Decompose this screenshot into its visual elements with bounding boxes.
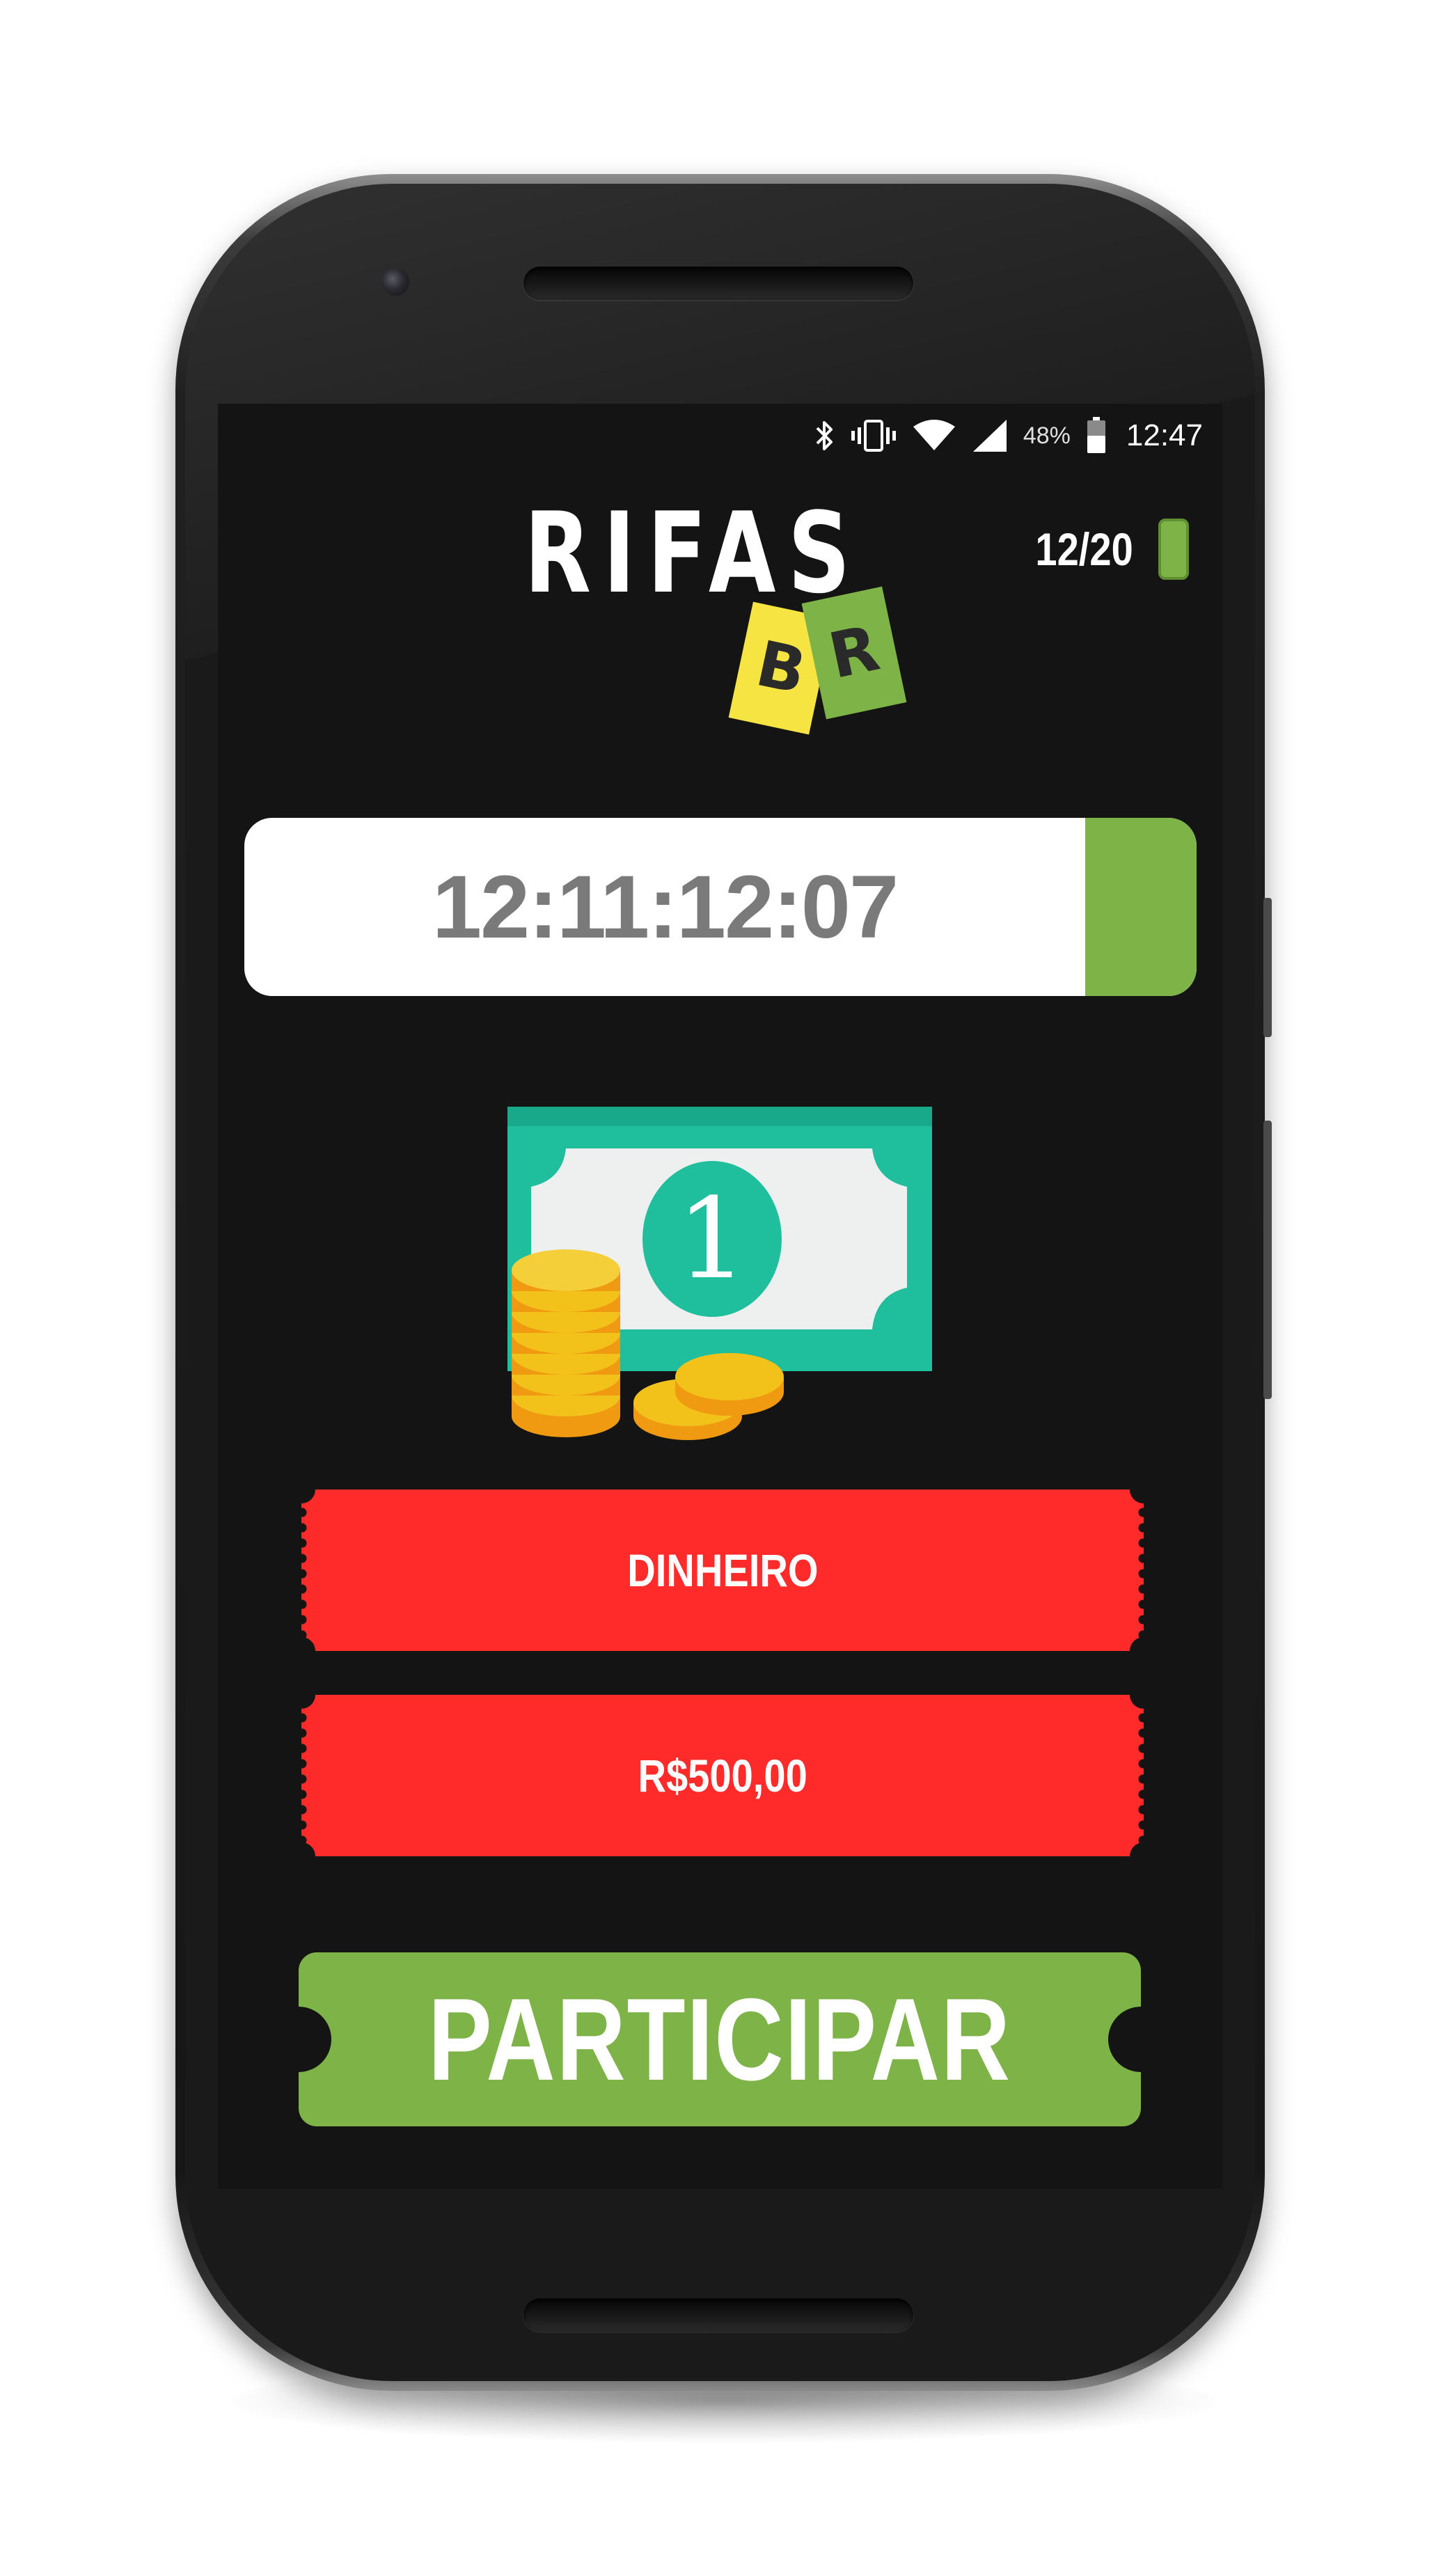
ticket-perforation-left: [296, 1490, 308, 1651]
status-icons: 48% 12:47: [814, 416, 1203, 455]
ticket-perforation-right: [1137, 1695, 1149, 1856]
battery-icon: [1086, 417, 1107, 455]
ticket-notch: [1130, 1637, 1158, 1665]
ticket-notch: [287, 1476, 315, 1503]
tickets-counter[interactable]: 12/20: [1027, 519, 1189, 580]
app-logo: RIFAS B R: [517, 498, 907, 748]
front-camera: [381, 268, 409, 296]
top-speaker: [523, 267, 913, 300]
volume-button: [1263, 1121, 1272, 1399]
vibrate-icon: [851, 418, 897, 453]
prize-value-label: R$500,00: [638, 1750, 807, 1801]
bluetooth-icon: [814, 418, 835, 453]
ticket-notch: [287, 1637, 315, 1665]
button-notch-right: [1108, 2007, 1174, 2072]
app-screen: 48% 12:47 RIFAS B R 12/20 12:11:12:07 1 …: [218, 404, 1222, 2189]
prize-type-label: DINHEIRO: [626, 1544, 819, 1596]
participate-button-label: PARTICIPAR: [428, 1973, 1011, 2105]
participate-button[interactable]: PARTICIPAR: [266, 1952, 1174, 2126]
power-button: [1263, 898, 1272, 1037]
logo-tag-r: R: [801, 586, 907, 720]
ticket-notch: [1130, 1681, 1158, 1709]
status-bar: 48% 12:47: [218, 404, 1222, 466]
device-mockup: 48% 12:47 RIFAS B R 12/20 12:11:12:07 1 …: [0, 0, 1443, 2576]
cell-signal-icon: [972, 418, 1008, 453]
ticket-notch: [287, 1842, 315, 1870]
ticket-perforation-left: [296, 1695, 308, 1856]
bill-number: 1: [677, 1174, 748, 1304]
prize-value-ticket: R$500,00: [287, 1681, 1158, 1870]
battery-percent: 48%: [1023, 422, 1071, 449]
ticket-notch: [287, 1681, 315, 1709]
money-bill-and-coins-icon: 1: [496, 1100, 942, 1448]
timer-accent: [1085, 818, 1197, 996]
ticket-perforation-right: [1137, 1490, 1149, 1651]
bottom-speaker: [523, 2298, 913, 2332]
wifi-icon: [912, 418, 956, 453]
prize-type-ticket: DINHEIRO: [287, 1476, 1158, 1665]
status-clock: 12:47: [1126, 418, 1203, 452]
countdown-value: 12:11:12:07: [432, 857, 899, 957]
ticket-icon: [1158, 519, 1189, 580]
ticket-notch: [1130, 1476, 1158, 1503]
ticket-notch: [1130, 1842, 1158, 1870]
tickets-counter-text: 12/20: [1035, 523, 1133, 575]
countdown-timer: 12:11:12:07: [244, 818, 1197, 996]
logo-wordmark: RIFAS: [524, 488, 862, 618]
button-notch-left: [266, 2007, 331, 2072]
